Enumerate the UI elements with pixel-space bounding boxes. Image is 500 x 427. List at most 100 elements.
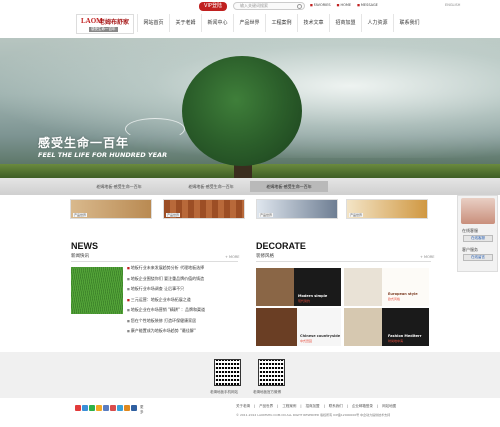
logo-tagline: 感受生命一百年 [89, 27, 118, 32]
product-label-2: 产品世界 [166, 213, 181, 217]
decorate-subheading: 装修风格 [256, 254, 274, 259]
home-link[interactable]: HOME [337, 3, 351, 7]
product-thumb-2[interactable]: 产品世界 [163, 199, 245, 219]
share-more-icon[interactable] [131, 405, 137, 411]
share-weibo-icon[interactable] [75, 405, 81, 411]
decor-european[interactable]: European style 欧式风格 [344, 268, 429, 306]
footer-sep: | [346, 404, 348, 408]
main-nav: 网站首页 关于老姆 新闻中心 产品世界 工程案例 技术文章 招商加盟 人力资源 … [137, 14, 425, 32]
footer-sep: | [277, 404, 279, 408]
qr-code-mobile [214, 359, 241, 386]
nav-about[interactable]: 关于老姆 [169, 14, 201, 32]
search-icon[interactable] [297, 4, 302, 9]
share-kaixin-icon[interactable] [124, 405, 130, 411]
message-link[interactable]: MESSAGE [357, 3, 378, 7]
share-bar: 更多 [75, 405, 146, 414]
share-tencent-icon[interactable] [117, 405, 123, 411]
share-qzone-icon[interactable] [96, 405, 102, 411]
news-item[interactable]: 地板行业市场调查 让后事不只 [127, 284, 237, 295]
banner-tab-2[interactable]: 老姆地板-感受生命一百年 [250, 181, 328, 192]
english-link[interactable]: ENGLISH [445, 3, 460, 7]
top-links: FAVORIES HOME MESSAGE [310, 3, 378, 7]
tree-image [182, 56, 302, 166]
logo[interactable]: LAOM 老姆布舒家 感受生命一百年 [76, 14, 134, 34]
search-input[interactable]: 输入关键词搜索 [233, 2, 305, 10]
banner-slogan-cn: 感受生命一百年 [38, 136, 130, 150]
online-service-title: 在线客服 [462, 228, 478, 233]
nav-contact[interactable]: 联系我们 [393, 14, 425, 32]
footer-sep: | [323, 404, 325, 408]
news-item[interactable]: 地板企业在市场营销 "精耕" ：品牌和渠道 [127, 305, 237, 316]
news-image[interactable] [71, 267, 123, 314]
decor-modern-simple[interactable]: Modern simple 现代简约 [256, 268, 341, 306]
leave-message-button[interactable]: 在线留言 [463, 254, 493, 261]
nav-home[interactable]: 网站首页 [137, 14, 169, 32]
service-avatar [461, 198, 495, 224]
footer-links: 关于老姆 | 产品世界 | 工程案例 | 招商加盟 | 联系我们 | 企业邮箱登录 | 网站… [236, 404, 396, 409]
decor-label-en: Modern simple [298, 294, 328, 298]
footer-link[interactable]: 产品世界 [259, 404, 273, 409]
nav-franchise[interactable]: 招商加盟 [329, 14, 361, 32]
product-thumb-1[interactable]: 产品世界 [70, 199, 152, 219]
news-heading: NEWS [71, 241, 98, 251]
news-item[interactable]: 地板企业围绕你们 要注重品牌价值的铸造 [127, 274, 237, 285]
news-more-link[interactable]: + MORE [225, 255, 239, 259]
news-item[interactable]: 您在个性地板装修 打造环保健康家居 [127, 316, 237, 327]
decorate-heading: DECORATE [256, 241, 306, 251]
product-label-3: 产品世界 [259, 213, 274, 217]
decor-label-en: European style [388, 292, 418, 296]
qr-caption-mobile: 老姆地板手机网站 [210, 390, 238, 394]
banner-tab-1[interactable]: 老姆地板-感受生命一百年 [172, 181, 250, 192]
share-douban-icon[interactable] [110, 405, 116, 411]
banner-tab-0[interactable]: 老姆地板-感受生命一百年 [76, 181, 162, 192]
footer-sep: | [300, 404, 302, 408]
favorites-link[interactable]: FAVORIES [310, 3, 331, 7]
decor-label-cn: 中式田园 [300, 339, 313, 343]
vip-login-button[interactable]: VIP登陆 [199, 2, 227, 11]
news-item[interactable]: 康产能置成为地板市场趋势 "最佳解" [127, 326, 237, 337]
search-placeholder: 输入关键词搜索 [240, 3, 268, 8]
footer-sep: | [376, 404, 379, 408]
decor-label-cn: 欧式风格 [388, 297, 401, 301]
footer-link[interactable]: 联系我们 [329, 404, 343, 409]
share-more-label[interactable]: 更多 [140, 405, 146, 414]
nav-news[interactable]: 新闻中心 [201, 14, 233, 32]
decor-chinese-countryside[interactable]: Chinese countryside 中式田园 [256, 308, 341, 346]
news-list: 地板行业未来发展趋势分析 代理地板选择 地板企业围绕你们 要注重品牌价值的铸造 … [127, 263, 237, 337]
footer-link[interactable]: 招商加盟 [306, 404, 320, 409]
product-label-4: 产品世界 [349, 213, 364, 217]
decor-mediterranean[interactable]: Fashion Mediterr 时尚地中海 [344, 308, 429, 346]
decor-label-en: Fashion Mediterr [388, 334, 422, 338]
product-thumb-3[interactable]: 产品世界 [256, 199, 338, 219]
share-renren-icon[interactable] [103, 405, 109, 411]
product-thumb-4[interactable]: 产品世界 [346, 199, 428, 219]
banner-slogan-en: FEEL THE LIFE FOR HUNDRED YEAR [38, 151, 168, 159]
customer-service-panel: 在线客服 在线客服 客户服务 在线留言 [457, 195, 498, 272]
footer-link[interactable]: 关于老姆 [236, 404, 250, 409]
swirl-decoration [125, 118, 185, 140]
news-item[interactable]: 地板行业未来发展趋势分析 代理地板选择 [127, 263, 237, 274]
news-divider [71, 261, 238, 262]
nav-articles[interactable]: 技术文章 [297, 14, 329, 32]
copyright-text: © 2011-2012 LAOMSHU.COM.CN ALL RIGHT RES… [236, 413, 391, 417]
news-item[interactable]: 三元运营：地板企业市场拓展之道 [127, 295, 237, 306]
decor-label-cn: 时尚地中海 [388, 339, 404, 343]
nav-hr[interactable]: 人力资源 [361, 14, 393, 32]
online-service-button[interactable]: 在线客服 [463, 235, 493, 242]
product-label-1: 产品世界 [73, 213, 88, 217]
decorate-more-link[interactable]: + MORE [420, 255, 434, 259]
footer-link[interactable]: 企业邮箱登录 [352, 404, 373, 409]
share-wechat-icon[interactable] [89, 405, 95, 411]
decorate-divider [256, 261, 431, 262]
nav-cases[interactable]: 工程案例 [265, 14, 297, 32]
qr-caption-weibo: 老姆地板官方微博 [253, 390, 281, 394]
top-bar: VIP登陆 输入关键词搜索 FAVORIES HOME MESSAGE ENGL… [0, 0, 500, 12]
footer-link[interactable]: 工程案例 [282, 404, 296, 409]
qr-code-weibo [258, 359, 285, 386]
footer-link[interactable]: 网站地图 [382, 404, 396, 409]
customer-service-title: 客户服务 [462, 247, 478, 252]
logo-cn: 老姆布舒家 [99, 19, 130, 26]
share-qq-icon[interactable] [82, 405, 88, 411]
footer-sep: | [254, 404, 256, 408]
nav-products[interactable]: 产品世界 [233, 14, 265, 32]
